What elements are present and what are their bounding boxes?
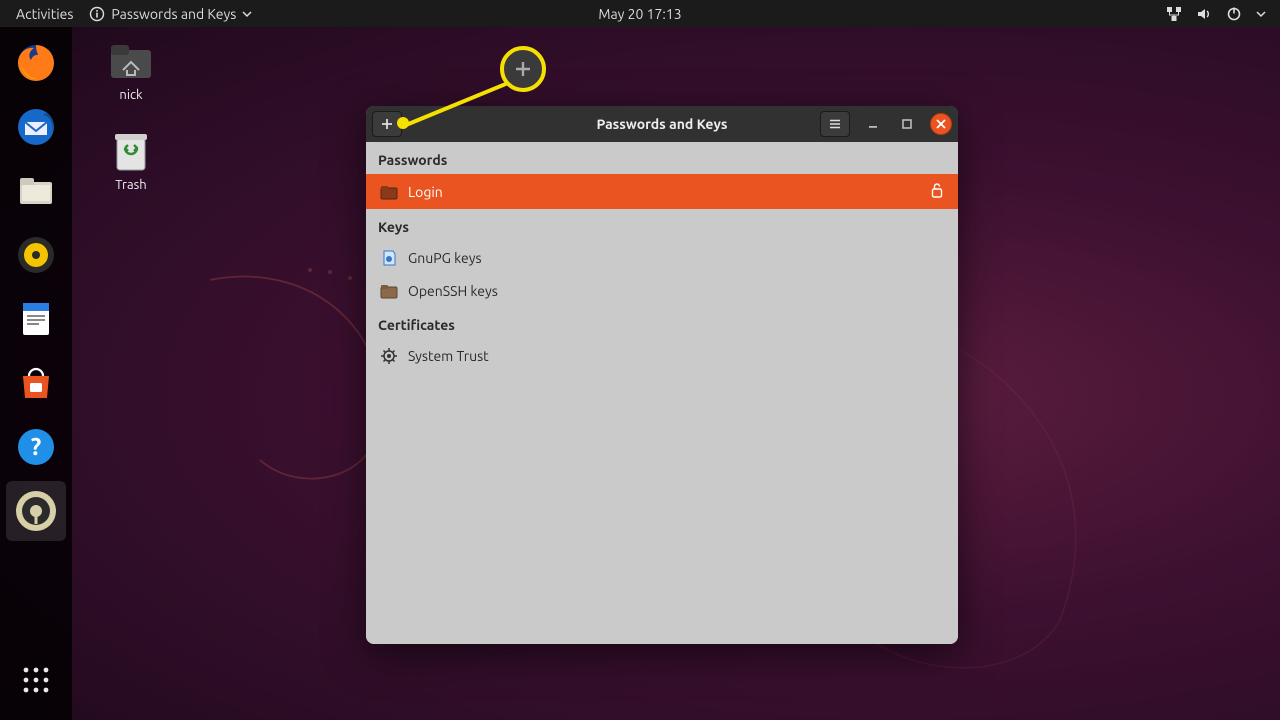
maximize-button[interactable] — [896, 113, 918, 135]
desktop-home-label: nick — [92, 88, 170, 102]
folder-icon — [380, 184, 398, 200]
hamburger-icon — [828, 117, 842, 131]
chevron-down-icon — [242, 9, 252, 19]
annotation-dot — [397, 117, 409, 129]
power-icon[interactable] — [1226, 6, 1242, 22]
section-passwords: Passwords — [366, 142, 958, 174]
minimize-icon — [866, 117, 880, 131]
desktop-trash[interactable]: Trash — [92, 128, 170, 192]
folder-icon — [15, 170, 57, 212]
thunderbird-icon — [15, 106, 57, 148]
passwords-and-keys-window: Passwords and Keys Passwords Login Keys — [366, 106, 958, 644]
sidebar-item-gnupg[interactable]: GnuPG keys — [366, 241, 958, 275]
clock[interactable]: May 20 17:13 — [598, 6, 681, 22]
gear-icon — [380, 347, 398, 365]
window-title: Passwords and Keys — [596, 116, 727, 132]
close-button[interactable] — [930, 113, 952, 135]
info-icon — [89, 6, 105, 22]
section-certificates: Certificates — [366, 307, 958, 339]
close-icon — [935, 118, 947, 130]
plus-icon — [380, 117, 394, 131]
firefox-icon — [15, 42, 57, 84]
sidebar-item-label: GnuPG keys — [408, 250, 482, 266]
dock: ? — [0, 27, 72, 720]
sidebar-item-label: System Trust — [408, 348, 489, 364]
top-panel: Activities Passwords and Keys May 20 17:… — [0, 0, 1280, 27]
activities-button[interactable]: Activities — [0, 6, 89, 22]
plus-icon — [513, 59, 533, 79]
minimize-button[interactable] — [862, 113, 884, 135]
music-icon — [15, 234, 57, 276]
section-keys: Keys — [366, 209, 958, 241]
launcher-thunderbird[interactable] — [6, 97, 66, 157]
app-menu-label: Passwords and Keys — [111, 6, 236, 22]
launcher-passwords[interactable] — [6, 481, 66, 541]
sidebar-item-system-trust[interactable]: System Trust — [366, 339, 958, 373]
launcher-rhythmbox[interactable] — [6, 225, 66, 285]
launcher-software[interactable] — [6, 353, 66, 413]
launcher-firefox[interactable] — [6, 33, 66, 93]
svg-text:?: ? — [31, 433, 42, 460]
volume-icon[interactable] — [1196, 6, 1212, 22]
gnupg-icon — [380, 249, 398, 267]
apps-grid-icon — [18, 662, 54, 698]
keyring-icon — [14, 489, 58, 533]
network-icon[interactable] — [1166, 6, 1182, 22]
show-applications[interactable] — [6, 650, 66, 710]
shopping-bag-icon — [15, 362, 57, 404]
launcher-help[interactable]: ? — [6, 417, 66, 477]
titlebar[interactable]: Passwords and Keys — [366, 106, 958, 142]
home-folder-icon — [108, 40, 154, 82]
sidebar-item-login[interactable]: Login — [366, 174, 958, 209]
help-icon: ? — [15, 426, 57, 468]
annotation-callout — [500, 46, 546, 92]
hamburger-menu-button[interactable] — [820, 111, 850, 137]
desktop-home-folder[interactable]: nick — [92, 38, 170, 102]
sidebar-item-openssh[interactable]: OpenSSH keys — [366, 275, 958, 307]
folder-icon — [380, 283, 398, 299]
sidebar: Passwords Login Keys GnuPG keys OpenSSH … — [366, 142, 958, 644]
desktop-trash-label: Trash — [92, 178, 170, 192]
launcher-files[interactable] — [6, 161, 66, 221]
maximize-icon — [900, 117, 914, 131]
sidebar-item-label: Login — [408, 184, 443, 200]
app-menu[interactable]: Passwords and Keys — [89, 6, 252, 22]
document-icon — [15, 298, 57, 340]
sidebar-item-label: OpenSSH keys — [408, 283, 498, 299]
trash-icon — [111, 128, 151, 174]
system-tray[interactable] — [1166, 6, 1280, 22]
chevron-down-icon[interactable] — [1256, 9, 1266, 19]
unlock-icon — [930, 182, 944, 198]
launcher-libreoffice[interactable] — [6, 289, 66, 349]
